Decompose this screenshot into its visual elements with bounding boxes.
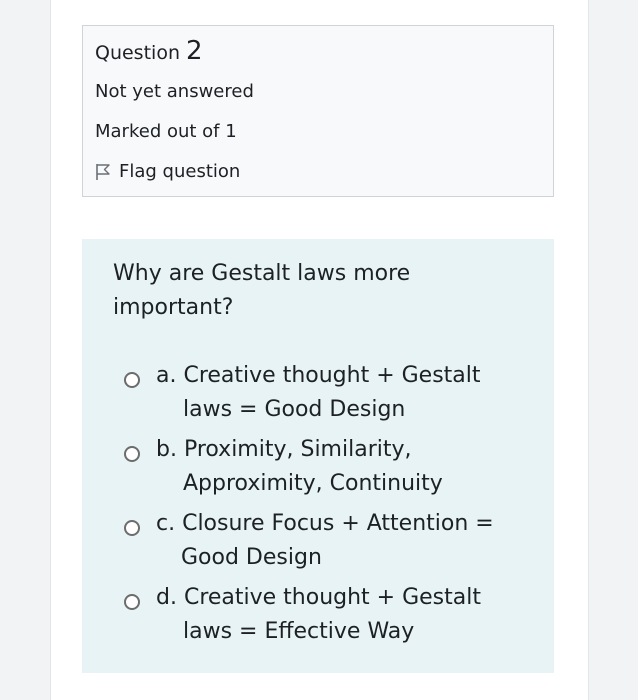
answer-option-a[interactable]: a. Creative thought + Gestalt laws = Goo… xyxy=(124,359,544,433)
answer-a-line2: laws = Good Design xyxy=(183,397,406,422)
answer-label-a[interactable]: a. Creative thought + Gestalt laws = Goo… xyxy=(156,359,481,427)
flag-question-link[interactable]: Flag question xyxy=(95,161,240,182)
answer-option-b[interactable]: b. Proximity, Similarity, Approximity, C… xyxy=(124,433,544,507)
answer-c-line1: c. Closure Focus + Attention = xyxy=(156,511,494,536)
question-title: Question 2 xyxy=(95,36,203,66)
question-grade: Marked out of 1 xyxy=(95,121,237,142)
answer-a-line1: a. Creative thought + Gestalt xyxy=(156,363,481,388)
answer-option-d[interactable]: d. Creative thought + Gestalt laws = Eff… xyxy=(124,581,544,655)
question-text: Why are Gestalt laws more important? xyxy=(113,261,411,320)
question-info-panel: Question 2 Not yet answered Marked out o… xyxy=(82,25,554,197)
left-gutter xyxy=(0,0,51,700)
right-gutter xyxy=(588,0,638,700)
question-formulation: Why are Gestalt laws more important? a. … xyxy=(82,239,554,673)
flag-icon xyxy=(95,163,111,181)
answer-d-line1: d. Creative thought + Gestalt xyxy=(156,585,481,610)
answer-d-line2: laws = Effective Way xyxy=(183,619,415,644)
question-state: Not yet answered xyxy=(95,81,254,102)
answer-b-line2: Approximity, Continuity xyxy=(183,471,443,496)
question-label: Question xyxy=(95,42,180,64)
answer-b-line1: b. Proximity, Similarity, xyxy=(156,437,412,462)
answer-c-line2: Good Design xyxy=(181,545,322,570)
radio-button-d[interactable] xyxy=(124,594,140,610)
radio-button-c[interactable] xyxy=(124,520,140,536)
radio-button-a[interactable] xyxy=(124,372,140,388)
flag-question-label: Flag question xyxy=(119,161,241,182)
radio-button-b[interactable] xyxy=(124,446,140,462)
answer-options: a. Creative thought + Gestalt laws = Goo… xyxy=(124,359,544,655)
answer-label-d[interactable]: d. Creative thought + Gestalt laws = Eff… xyxy=(156,581,481,649)
answer-label-c[interactable]: c. Closure Focus + Attention = Good Desi… xyxy=(156,507,494,575)
answer-label-b[interactable]: b. Proximity, Similarity, Approximity, C… xyxy=(156,433,443,501)
answer-option-c[interactable]: c. Closure Focus + Attention = Good Desi… xyxy=(124,507,544,581)
question-number: 2 xyxy=(186,36,203,66)
